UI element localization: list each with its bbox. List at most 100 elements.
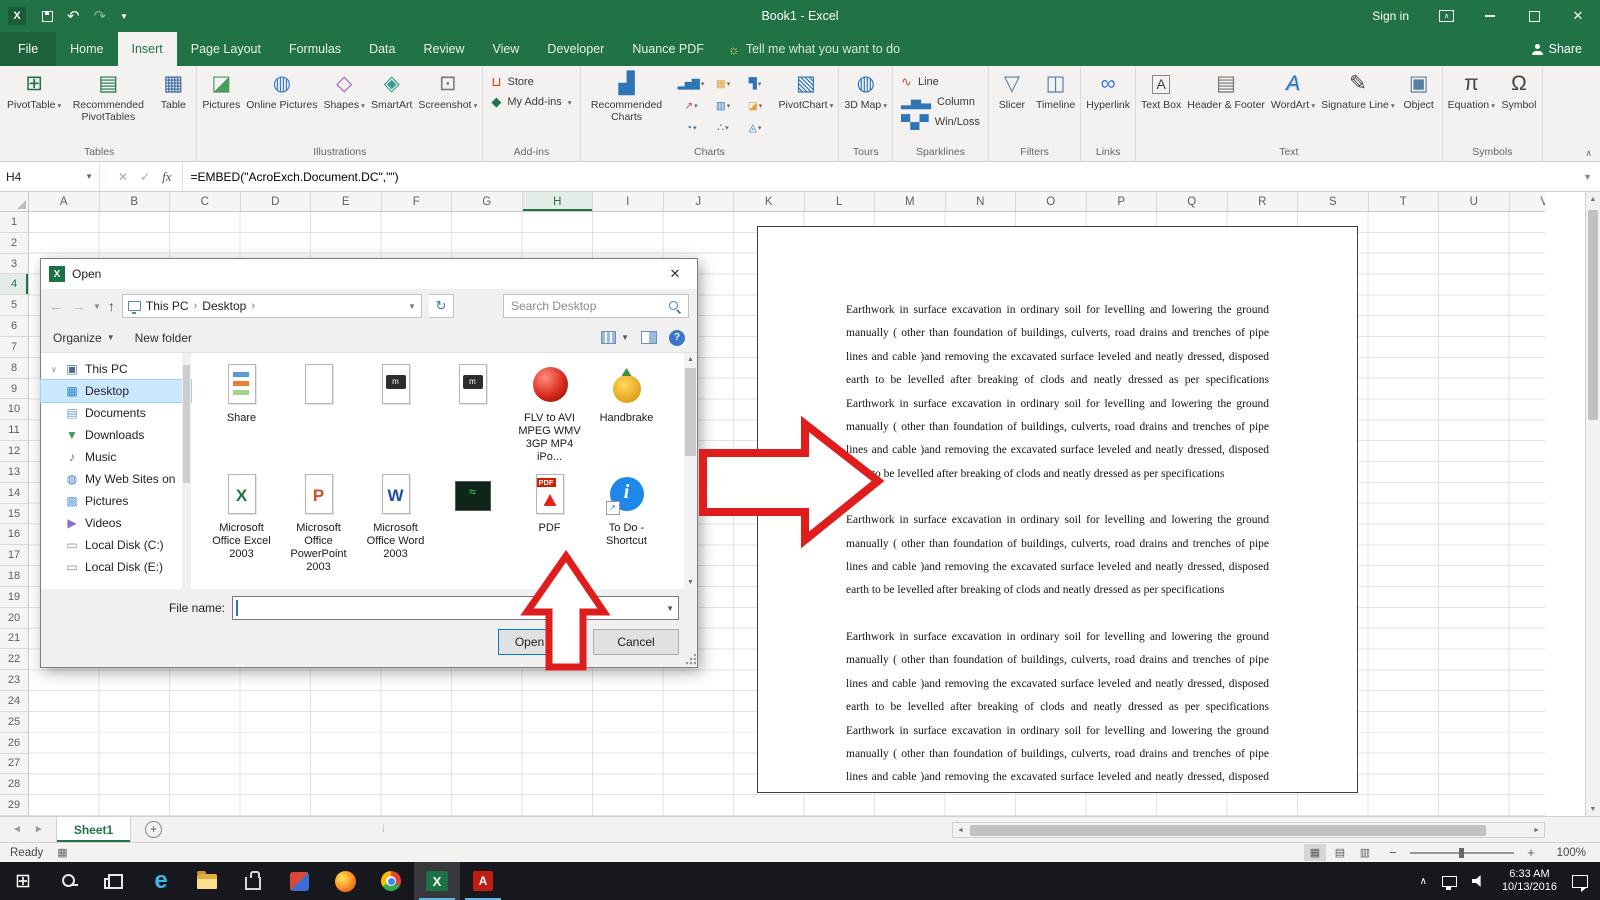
column-header-r[interactable]: R <box>1228 192 1299 211</box>
row-header-17[interactable]: 17 <box>0 545 28 566</box>
tab-insert[interactable]: Insert <box>118 32 177 66</box>
row-header-13[interactable]: 13 <box>0 462 28 483</box>
scatter-chart-button[interactable]: ∴▾ <box>708 117 739 138</box>
row-header-4[interactable]: 4 <box>0 274 28 295</box>
column-header-l[interactable]: L <box>805 192 876 211</box>
hierarchy-chart-button[interactable]: ▦▾ <box>708 73 739 94</box>
horizontal-scroll-track[interactable] <box>968 823 1529 837</box>
open-split-dropdown-icon[interactable] <box>560 630 582 654</box>
file-item-microsoft-office-powerpoint-2003[interactable]: PMicrosoft Office PowerPoint 2003 <box>280 469 357 579</box>
file-item-handbrake[interactable]: Handbrake <box>588 359 665 469</box>
up-one-level-icon[interactable] <box>108 298 115 314</box>
row-header-27[interactable]: 27 <box>0 754 28 775</box>
recommended-charts-button[interactable]: ▟Recommended Charts <box>583 67 671 143</box>
column-header-q[interactable]: Q <box>1157 192 1228 211</box>
zoom-in-icon[interactable]: + <box>1524 845 1538 860</box>
tab-home[interactable]: Home <box>56 32 117 66</box>
collapse-ribbon-icon[interactable] <box>1585 148 1592 159</box>
map-chart-button[interactable]: ◬▾ <box>740 117 771 138</box>
volume-icon[interactable] <box>1472 875 1487 888</box>
row-header-11[interactable]: 11 <box>0 420 28 441</box>
column-header-a[interactable]: A <box>29 192 100 211</box>
file-name-input[interactable] <box>232 596 679 620</box>
my-add-ins-button[interactable]: ◆My Add-ins▾ <box>491 95 571 109</box>
zoom-out-icon[interactable]: − <box>1386 845 1400 860</box>
start-taskbar-button[interactable]: ⊞ <box>0 862 46 900</box>
show-hidden-icons-icon[interactable] <box>1420 876 1427 887</box>
sidebar-item-local-disk-c[interactable]: ▭Local Disk (C:) <box>41 534 191 556</box>
row-header-20[interactable]: 20 <box>0 608 28 629</box>
expand-formula-bar-icon[interactable]: ▼ <box>1575 162 1600 191</box>
recommended-pivottables-button[interactable]: ▤Recommended PivotTables <box>64 67 152 143</box>
row-header-25[interactable]: 25 <box>0 712 28 733</box>
address-dropdown-icon[interactable] <box>408 302 416 311</box>
row-header-26[interactable]: 26 <box>0 733 28 754</box>
column-header-k[interactable]: K <box>734 192 805 211</box>
edge-taskbar-button[interactable]: e <box>138 862 184 900</box>
row-header-2[interactable]: 2 <box>0 233 28 254</box>
horizontal-scrollbar[interactable]: ◄ ► <box>952 822 1545 838</box>
column-header-d[interactable]: D <box>241 192 312 211</box>
wordart-button[interactable]: AWordArt ▾ <box>1268 67 1318 143</box>
file-item-terminal[interactable]: ≈ <box>434 469 511 579</box>
row-header-5[interactable]: 5 <box>0 295 28 316</box>
minimize-button[interactable] <box>1468 0 1512 32</box>
preview-pane-icon[interactable] <box>641 331 657 344</box>
scroll-left-icon[interactable]: ◄ <box>953 827 968 834</box>
page-layout-view-icon[interactable]: ▤ <box>1329 844 1351 861</box>
share-button[interactable]: Share <box>1514 32 1600 66</box>
sidebar-item-local-disk-e[interactable]: ▭Local Disk (E:) <box>41 556 191 578</box>
row-header-1[interactable]: 1 <box>0 212 28 233</box>
text-box-button[interactable]: AText Box <box>1138 67 1184 143</box>
online-pictures-button[interactable]: ◍Online Pictures <box>243 67 320 143</box>
tab-data[interactable]: Data <box>355 32 409 66</box>
cancel-entry-icon[interactable]: ✕ <box>118 170 128 184</box>
file-name-dropdown-icon[interactable] <box>666 604 674 613</box>
tab-formulas[interactable]: Formulas <box>275 32 355 66</box>
address-bar[interactable]: This PC › Desktop › <box>122 294 422 318</box>
pivotchart-button[interactable]: ▧PivotChart ▾ <box>776 67 837 143</box>
scroll-up-icon[interactable]: ▲ <box>1586 192 1600 206</box>
tab-developer[interactable]: Developer <box>533 32 618 66</box>
organize-button[interactable]: Organize <box>53 331 115 345</box>
scroll-right-icon[interactable]: ► <box>1529 827 1544 834</box>
tab-view[interactable]: View <box>478 32 533 66</box>
header-footer-button[interactable]: ▤Header & Footer <box>1184 67 1268 143</box>
prev-sheet-icon[interactable]: ◄ <box>12 824 22 835</box>
tab-file[interactable]: File <box>0 32 56 66</box>
file-scroll-thumb[interactable] <box>685 368 696 456</box>
row-header-15[interactable]: 15 <box>0 504 28 525</box>
pivottable-button[interactable]: ⊞PivotTable ▾ <box>4 67 64 143</box>
line-button[interactable]: ∿Line <box>901 75 939 89</box>
equation-button[interactable]: πEquation ▾ <box>1445 67 1498 143</box>
column-header-u[interactable]: U <box>1439 192 1510 211</box>
sign-in-link[interactable]: Sign in <box>1356 9 1425 23</box>
signature-line-button[interactable]: ✎Signature Line ▾ <box>1318 67 1398 143</box>
file-item-microsoft-office-excel-2003[interactable]: XMicrosoft Office Excel 2003 <box>203 469 280 579</box>
search-taskbar-button[interactable] <box>46 862 92 900</box>
row-header-12[interactable]: 12 <box>0 441 28 462</box>
pictures-button[interactable]: ◪Pictures <box>199 67 243 143</box>
excel-taskbar-button[interactable]: X <box>414 862 460 900</box>
shapes-button[interactable]: ◇Shapes ▾ <box>320 67 367 143</box>
row-header-23[interactable]: 23 <box>0 670 28 691</box>
column-header-o[interactable]: O <box>1016 192 1087 211</box>
screenshot-button[interactable]: ⊡Screenshot ▾ <box>415 67 480 143</box>
back-icon[interactable] <box>49 298 64 315</box>
sidebar-item-documents[interactable]: ▤Documents <box>41 402 191 424</box>
column-header-c[interactable]: C <box>170 192 241 211</box>
waterfall-chart-button[interactable]: ▜▾ <box>740 73 771 94</box>
row-header-21[interactable]: 21 <box>0 629 28 650</box>
pinned-app-taskbar-button[interactable] <box>276 862 322 900</box>
save-icon[interactable] <box>42 11 53 22</box>
sidebar-item-desktop[interactable]: ▦Desktop <box>41 380 191 402</box>
row-header-14[interactable]: 14 <box>0 483 28 504</box>
help-icon[interactable] <box>669 330 685 346</box>
symbol-button[interactable]: ΩSymbol <box>1498 67 1540 143</box>
store-taskbar-button[interactable] <box>230 862 276 900</box>
network-icon[interactable] <box>1442 876 1457 887</box>
column-header-v[interactable]: V <box>1510 192 1546 211</box>
embedded-document-object[interactable]: Earthwork in surface excavation in ordin… <box>757 226 1358 793</box>
refresh-icon[interactable] <box>429 294 454 318</box>
slicer-button[interactable]: ▽Slicer <box>991 67 1033 143</box>
